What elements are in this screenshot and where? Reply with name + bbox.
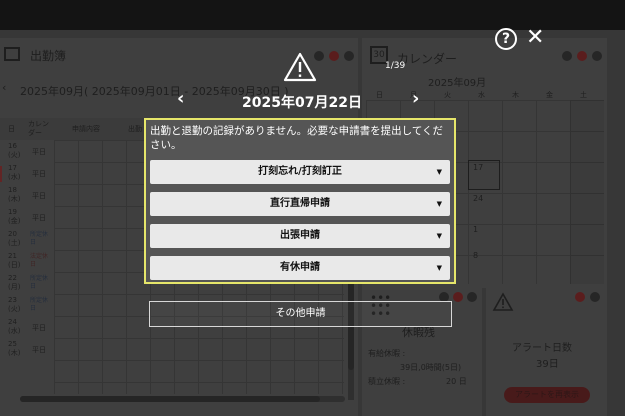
other-request-button[interactable]: その他申請 [149,301,452,327]
punch-correction-button[interactable]: 打刻忘れ/打刻訂正 ▼ [150,160,450,184]
caret-down-icon: ▼ [436,232,442,240]
business-trip-button[interactable]: 出張申請 ▼ [150,224,450,248]
dialog-message: 出勤と退勤の記録がありません。必要な申請書を提出してください。 [150,125,444,151]
warning-icon [283,52,317,82]
direct-commute-label: 直行直帰申請 [270,198,330,209]
prev-record-arrow[interactable]: ‹ [177,88,184,109]
paid-leave-label: 有休申請 [280,262,320,273]
business-trip-label: 出張申請 [280,230,320,241]
caret-down-icon: ▼ [436,168,442,176]
attendance-screen: 出勤簿 ‹ 2025年09月( 2025年09月01日 - 2025年09月30… [0,0,625,416]
help-icon[interactable]: ? [495,28,517,50]
missing-record-dialog: 出勤と退勤の記録がありません。必要な申請書を提出してください。 打刻忘れ/打刻訂… [144,118,456,284]
caret-down-icon: ▼ [436,200,442,208]
caret-down-icon: ▼ [436,264,442,272]
close-icon[interactable]: ✕ [526,27,544,49]
next-record-arrow[interactable]: › [412,88,419,109]
direct-commute-button[interactable]: 直行直帰申請 ▼ [150,192,450,216]
record-date: 2025年07月22日 [242,95,362,111]
punch-correction-label: 打刻忘れ/打刻訂正 [258,166,342,177]
record-pager: 1/39 [385,61,406,71]
paid-leave-button[interactable]: 有休申請 ▼ [150,256,450,280]
